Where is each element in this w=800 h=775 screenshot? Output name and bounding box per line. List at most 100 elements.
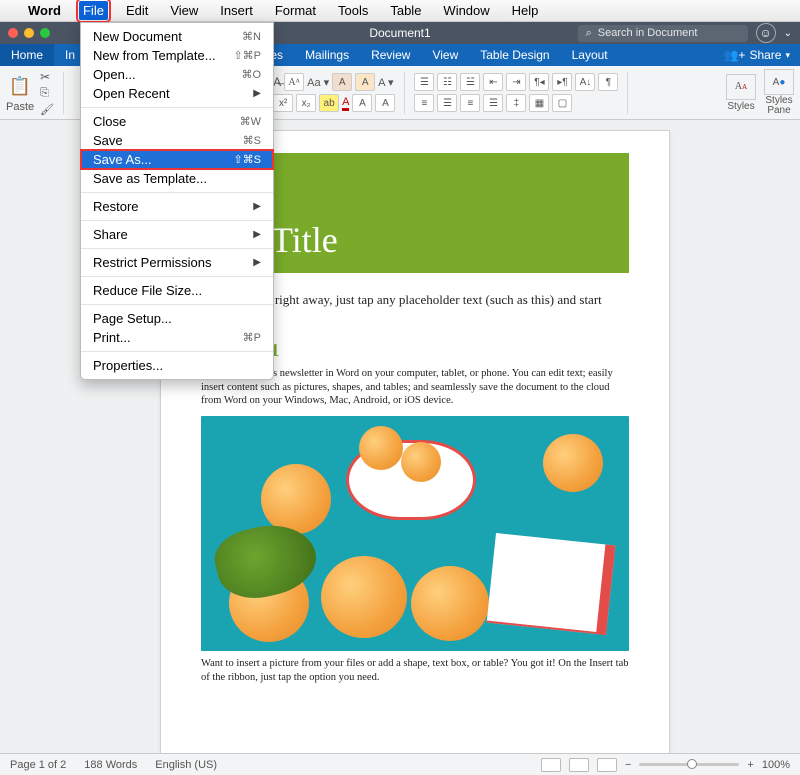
status-bar: Page 1 of 2 188 Words English (US) − + 1… [0, 753, 800, 775]
change-case-button[interactable]: Aa ▾ [307, 76, 329, 89]
borders-button[interactable]: ▢ [552, 94, 572, 112]
paste-icon[interactable]: 📋 [6, 73, 34, 101]
body-para-2[interactable]: Want to insert a picture from your files… [201, 657, 629, 684]
rtl-button[interactable]: ▸¶ [552, 73, 572, 91]
zoom-out-button[interactable]: − [625, 759, 631, 771]
search-placeholder: Search in Document [598, 27, 698, 39]
numbering-button[interactable]: ☷ [437, 73, 457, 91]
style-gallery-button[interactable]: A [332, 73, 352, 91]
font-color-button[interactable]: A [342, 96, 349, 111]
ltr-button[interactable]: ¶◂ [529, 73, 549, 91]
view-focus-button[interactable] [541, 758, 561, 772]
submenu-arrow-icon: ▶ [253, 88, 261, 99]
menu-view[interactable]: View [166, 1, 202, 20]
inc-indent-button[interactable]: ⇥ [506, 73, 526, 91]
menu-insert[interactable]: Insert [216, 1, 257, 20]
menu-window[interactable]: Window [439, 1, 493, 20]
align-right-button[interactable]: ≡ [460, 94, 480, 112]
chevron-down-icon: ▾ [785, 50, 790, 61]
title-block[interactable]: Title [257, 153, 629, 273]
search-box[interactable]: ⌕ Search in Document [578, 25, 748, 42]
mi-new-document[interactable]: New Document⌘N [81, 27, 273, 46]
menu-table[interactable]: Table [386, 1, 425, 20]
newsletter-photo[interactable] [201, 416, 629, 651]
mi-page-setup[interactable]: Page Setup... [81, 309, 273, 328]
paste-group: 📋 Paste [6, 73, 34, 113]
tab-table-design[interactable]: Table Design [469, 44, 560, 66]
submenu-arrow-icon: ▶ [253, 257, 261, 268]
mi-open-recent[interactable]: Open Recent▶ [81, 84, 273, 103]
dec-indent-button[interactable]: ⇤ [483, 73, 503, 91]
mi-open[interactable]: Open...⌘O [81, 65, 273, 84]
char-shading-button[interactable]: A [375, 94, 395, 112]
mi-restrict-permissions[interactable]: Restrict Permissions▶ [81, 253, 273, 272]
mi-reduce-file-size[interactable]: Reduce File Size... [81, 281, 273, 300]
subscript-button[interactable]: x₂ [296, 94, 316, 112]
zoom-thumb[interactable] [687, 759, 697, 769]
text-fill-icon[interactable]: A ▾ [378, 76, 393, 89]
mi-save[interactable]: Save⌘S [81, 131, 273, 150]
justify-button[interactable]: ☰ [483, 94, 503, 112]
multilevel-button[interactable]: ☱ [460, 73, 480, 91]
mi-save-as-template[interactable]: Save as Template... [81, 169, 273, 188]
submenu-arrow-icon: ▶ [253, 229, 261, 240]
mi-properties[interactable]: Properties... [81, 356, 273, 375]
peach-graphic [261, 464, 331, 534]
superscript-button[interactable]: x² [273, 94, 293, 112]
zoom-level[interactable]: 100% [762, 759, 790, 771]
tab-review[interactable]: Review [360, 44, 421, 66]
show-marks-button[interactable]: ¶ [598, 73, 618, 91]
clear-format-icon[interactable]: A̶ [273, 75, 281, 89]
zoom-in-button[interactable]: + [747, 759, 753, 771]
status-language[interactable]: English (US) [155, 759, 217, 771]
copy-icon[interactable]: ⎘ [40, 87, 54, 100]
bullets-button[interactable]: ☰ [414, 73, 434, 91]
separator [627, 72, 628, 114]
napkin-graphic [487, 533, 616, 635]
share-icon: 👥+ [723, 48, 745, 62]
char-style-button[interactable]: Aᴬ [284, 73, 304, 91]
view-print-button[interactable] [569, 758, 589, 772]
app-menu[interactable]: Word [24, 1, 65, 20]
zoom-slider[interactable] [639, 763, 739, 766]
tab-view[interactable]: View [421, 44, 469, 66]
peach-graphic [543, 434, 603, 492]
peach-graphic [321, 556, 407, 638]
mi-close[interactable]: Close⌘W [81, 112, 273, 131]
menu-tools[interactable]: Tools [334, 1, 372, 20]
paste-label: Paste [6, 101, 34, 113]
share-button[interactable]: 👥+Share▾ [713, 44, 800, 66]
peach-graphic [359, 426, 403, 470]
shading-button[interactable]: ▦ [529, 94, 549, 112]
styles-label: Styles [727, 101, 754, 112]
mi-restore[interactable]: Restore▶ [81, 197, 273, 216]
mi-print[interactable]: Print...⌘P [81, 328, 273, 347]
separator [63, 72, 64, 114]
mi-share[interactable]: Share▶ [81, 225, 273, 244]
align-left-button[interactable]: ≡ [414, 94, 434, 112]
menu-file[interactable]: File [79, 1, 108, 20]
separator [404, 72, 405, 114]
status-page[interactable]: Page 1 of 2 [10, 759, 66, 771]
view-web-button[interactable] [597, 758, 617, 772]
cut-icon[interactable]: ✂︎ [40, 70, 54, 84]
tab-mailings[interactable]: Mailings [294, 44, 360, 66]
menu-edit[interactable]: Edit [122, 1, 152, 20]
menu-help[interactable]: Help [508, 1, 543, 20]
format-painter-icon[interactable]: 🖌 [40, 103, 54, 116]
styles-pane-button[interactable]: A● Styles Pane [764, 69, 794, 116]
sort-button[interactable]: A↓ [575, 73, 595, 91]
status-word-count[interactable]: 188 Words [84, 759, 137, 771]
tab-layout2[interactable]: Layout [561, 44, 619, 66]
file-menu-dropdown: New Document⌘N New from Template...⇧⌘P O… [80, 22, 274, 380]
tab-home[interactable]: Home [0, 44, 54, 66]
char-border-button[interactable]: A [352, 94, 372, 112]
style-gallery-button2[interactable]: A [355, 73, 375, 91]
mi-new-from-template[interactable]: New from Template...⇧⌘P [81, 46, 273, 65]
mi-save-as[interactable]: Save As...⇧⌘S [81, 150, 273, 169]
styles-gallery[interactable]: Aᴀ Styles [726, 74, 756, 112]
highlight-button[interactable]: ab [319, 94, 339, 112]
menu-format[interactable]: Format [271, 1, 320, 20]
align-center-button[interactable]: ☰ [437, 94, 457, 112]
line-spacing-button[interactable]: ‡ [506, 94, 526, 112]
